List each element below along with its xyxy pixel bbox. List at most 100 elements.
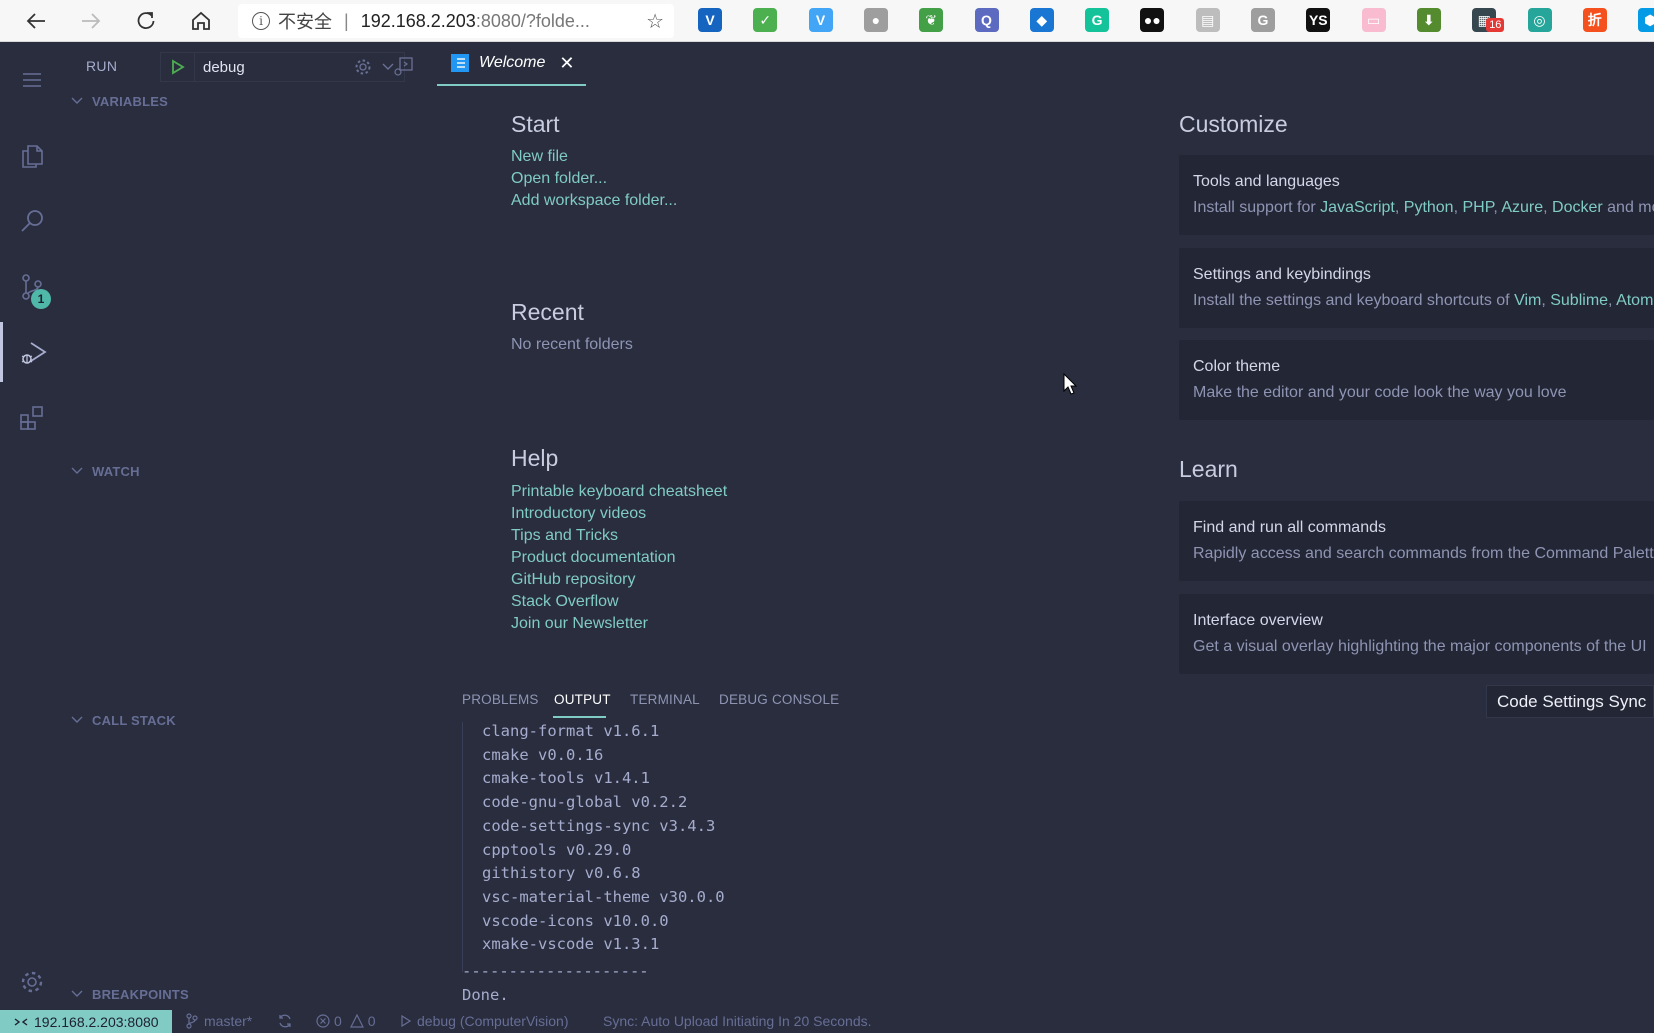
debug-console-icon[interactable] [390, 54, 416, 80]
debug-settings-gear-icon[interactable] [350, 54, 376, 80]
customize-heading: Customize [1179, 111, 1288, 137]
sync-status-message: Sync: Auto Upload Initiating In 20 Secon… [603, 1013, 872, 1029]
document-extension-icon[interactable]: ▤ [1195, 8, 1220, 32]
git-branch-item[interactable]: master* [186, 1013, 252, 1029]
grammarly-extension-icon[interactable]: G [1085, 8, 1110, 32]
introductory-videos-link[interactable]: Introductory videos [511, 505, 646, 523]
source-control-icon[interactable]: 1 [0, 257, 64, 317]
new-file-link[interactable]: New file [511, 148, 568, 166]
section-watch[interactable]: WATCH [68, 462, 140, 480]
browser-toolbar: i 不安全 | 192.168.2.203:8080/?folde... ☆ V… [0, 0, 1654, 42]
section-call-stack-label: CALL STACK [92, 712, 176, 728]
adguard-extension-icon[interactable]: ✓ [753, 8, 778, 32]
card-title: Settings and keybindings [1193, 266, 1371, 283]
code-settings-sync-button[interactable]: Code Settings Sync [1486, 685, 1654, 718]
remote-indicator[interactable]: 192.168.2.203:8080 [0, 1010, 172, 1033]
close-icon[interactable]: ✕ [559, 53, 574, 74]
bookmark-star-icon[interactable]: ☆ [646, 9, 664, 34]
javascript-link[interactable]: JavaScript [1320, 199, 1395, 216]
hexagon-extension-icon[interactable]: ⬢ [1638, 8, 1654, 32]
product-documentation-link[interactable]: Product documentation [511, 549, 676, 567]
interface-overview-card[interactable]: Interface overview Get a visual overlay … [1179, 594, 1654, 674]
card-title: Interface overview [1193, 612, 1323, 629]
info-icon[interactable]: i [252, 12, 270, 30]
tab-welcome-label: Welcome [479, 54, 546, 71]
docker-link[interactable]: Docker [1552, 199, 1603, 216]
problems-item[interactable]: 0 0 [316, 1013, 376, 1029]
sublime-link[interactable]: Sublime [1550, 292, 1608, 309]
discount-extension-icon[interactable]: 折 [1582, 8, 1607, 32]
tab-welcome[interactable]: Welcome ✕ [437, 42, 586, 86]
run-debug-icon[interactable] [0, 322, 64, 382]
start-debugging-icon[interactable] [161, 53, 195, 81]
vimium-extension-icon[interactable]: V [808, 8, 833, 32]
keyboard-cheatsheet-link[interactable]: Printable keyboard cheatsheet [511, 483, 727, 501]
php-link[interactable]: PHP [1462, 199, 1493, 216]
reload-icon[interactable] [129, 4, 163, 38]
vpn-extension-icon[interactable]: V [698, 8, 722, 32]
open-folder-link[interactable]: Open folder... [511, 170, 607, 188]
github-repository-link[interactable]: GitHub repository [511, 571, 636, 589]
debug-target-item[interactable]: debug (ComputerVision) [401, 1013, 569, 1029]
error-count: 0 [334, 1013, 342, 1029]
learn-heading: Learn [1179, 456, 1238, 482]
error-icon [316, 1014, 330, 1028]
url-host: 192.168.2.203 [360, 10, 476, 31]
section-call-stack[interactable]: CALL STACK [68, 711, 176, 729]
forward-arrow-icon[interactable] [74, 4, 108, 38]
search-icon[interactable] [0, 191, 64, 251]
debug-target-name: debug (ComputerVision) [417, 1013, 569, 1029]
leaf-extension-icon[interactable]: ❦ [919, 8, 944, 32]
settings-and-keybindings-card[interactable]: Settings and keybindings Install the set… [1179, 248, 1654, 328]
activity-bar: 1 [0, 42, 64, 1005]
output-line: cmake-tools v1.4.1 [482, 769, 650, 788]
section-variables[interactable]: VARIABLES [68, 92, 168, 110]
card-description: Get a visual overlay highlighting the ma… [1193, 638, 1647, 655]
download-extension-icon[interactable]: ⬇ [1416, 8, 1441, 32]
home-icon[interactable] [184, 4, 218, 38]
manage-gear-icon[interactable] [0, 952, 64, 1012]
recent-heading: Recent [511, 299, 584, 325]
bilibili-extension-icon[interactable]: ▭ [1361, 8, 1386, 32]
tab-output[interactable]: OUTPUT [554, 692, 611, 707]
tab-terminal[interactable]: TERMINAL [630, 692, 700, 707]
color-theme-card[interactable]: Color theme Make the editor and your cod… [1179, 340, 1654, 420]
output-separator: -------------------- [462, 962, 649, 980]
explorer-icon[interactable] [0, 126, 64, 186]
find-and-run-commands-card[interactable]: Find and run all commands Rapidly access… [1179, 501, 1654, 581]
menu-icon[interactable] [0, 50, 64, 110]
card-description: Rapidly access and search commands from … [1193, 545, 1654, 562]
add-workspace-folder-link[interactable]: Add workspace folder... [511, 192, 677, 210]
section-breakpoints-label: BREAKPOINTS [92, 986, 189, 1002]
translate-extension-icon[interactable]: G [1251, 8, 1275, 32]
tab-debug-console[interactable]: DEBUG CONSOLE [719, 692, 839, 707]
green-circle-extension-icon[interactable]: ◎ [1527, 8, 1552, 32]
card-description-prefix: Install the settings and keyboard shortc… [1193, 292, 1515, 309]
search-magnifier-extension-icon[interactable]: Q [974, 8, 999, 32]
tampermonkey-extension-icon[interactable]: ●● [1140, 8, 1165, 32]
azure-link[interactable]: Azure [1501, 199, 1543, 216]
section-breakpoints[interactable]: BREAKPOINTS [68, 985, 189, 1003]
address-bar[interactable]: i 不安全 | 192.168.2.203:8080/?folde... ☆ [238, 4, 674, 38]
atom-link[interactable]: Atom [1616, 292, 1653, 309]
vscode-window: 1 RUN debug VARIABLES WATCH CALL STACK B… [0, 42, 1654, 1033]
tips-and-tricks-link[interactable]: Tips and Tricks [511, 527, 618, 545]
sync-changes-icon[interactable] [277, 1013, 293, 1029]
python-link[interactable]: Python [1404, 199, 1454, 216]
url-path: :8080/?folde... [475, 10, 590, 31]
gray-circle-extension-icon[interactable]: ● [863, 8, 888, 32]
remote-address: 192.168.2.203:8080 [34, 1013, 159, 1030]
chevron-down-icon [68, 711, 86, 729]
stack-overflow-link[interactable]: Stack Overflow [511, 593, 619, 611]
ys-extension-icon[interactable]: YS [1306, 8, 1331, 32]
diamond-extension-icon[interactable]: ◆ [1029, 8, 1054, 32]
section-watch-label: WATCH [92, 463, 140, 479]
extensions-icon[interactable] [0, 388, 64, 448]
active-tab-indicator [553, 716, 606, 718]
tab-problems[interactable]: PROBLEMS [462, 692, 539, 707]
card-description: Install the settings and keyboard shortc… [1193, 292, 1654, 309]
vim-link[interactable]: Vim [1514, 292, 1541, 309]
back-arrow-icon[interactable] [19, 4, 53, 38]
tools-and-languages-card[interactable]: Tools and languages Install support for … [1179, 155, 1654, 235]
newsletter-link[interactable]: Join our Newsletter [511, 615, 648, 633]
